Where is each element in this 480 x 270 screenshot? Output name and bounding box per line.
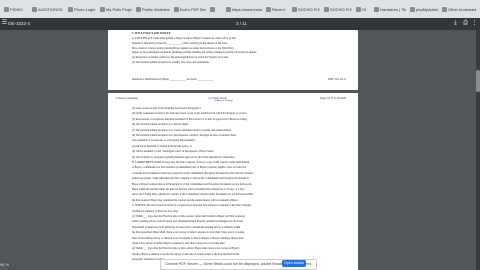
bookmark-item[interactable]: Bob's PDF Benner bbox=[172, 3, 206, 16]
document-line: encroachments or protrusions, or overlap… bbox=[132, 139, 196, 143]
scroll-thumb[interactable] bbox=[476, 70, 480, 92]
bookmark-label: SOCHO FOSNO PN... bbox=[330, 7, 352, 12]
pdf-page-3: 4. TITLE POLICY AND SURVEY: A. TITLE POL… bbox=[108, 30, 358, 90]
bookmark-item[interactable]: SOCHO FOSNO PN... bbox=[290, 3, 320, 16]
document-line: the time required, Buyer may terminate t… bbox=[132, 198, 239, 202]
poll-icon bbox=[100, 7, 105, 12]
form-number: TREC NO. 20-15 bbox=[327, 78, 346, 81]
bookmark-item[interactable]: Other bookmarks bbox=[440, 3, 476, 16]
pdf-page-4: Contract Concerning 113 West Street (Add… bbox=[108, 93, 358, 270]
address-caption: (Address of Property) bbox=[214, 100, 234, 102]
document-line: Buyer within the specified time, the tim… bbox=[132, 188, 245, 191]
document-line: (i) will not be amended or deleted from … bbox=[132, 144, 192, 148]
document-line: (6) The standard printed exception as to… bbox=[132, 123, 189, 127]
bookmark-item[interactable] bbox=[208, 3, 222, 16]
bookmark-item[interactable]: Recent bbox=[264, 3, 288, 16]
bookmark-item[interactable]: https://www.instar.com bbox=[224, 3, 262, 16]
document-line: printed exceptions. Seller authorizes th… bbox=[132, 177, 250, 181]
bookmark-label: Hardwires | Tiles!!!... bbox=[380, 7, 406, 12]
document-line: Date. If the existing survey or affidavi… bbox=[132, 236, 244, 240]
db-icon bbox=[410, 7, 415, 12]
bookmark-label: SOCHO FOSNO PN... bbox=[298, 7, 320, 12]
document-line: (4) Utility easements created by the ded… bbox=[132, 112, 247, 116]
page-icon bbox=[210, 7, 215, 12]
scrollbar[interactable] bbox=[476, 30, 480, 270]
document-line: (1) Restrictive covenants common to the … bbox=[132, 56, 229, 60]
bookmark-label: Other bookmarks bbox=[448, 7, 476, 12]
document-line: insurance (Title Policy) issued by _____… bbox=[132, 41, 228, 45]
bookmark-label: Bob's PDF Benner bbox=[180, 7, 206, 12]
bookmarks-bar: PIDNO AUDITIONSS Photo Login My Polls Proje… bbox=[0, 0, 480, 18]
doc-icon bbox=[356, 7, 361, 12]
bookmark-label: Public Worksheets Aa... bbox=[142, 7, 170, 12]
bookmark-label: Photo Login bbox=[74, 7, 96, 12]
bookmark-label: My Polls Projects bbox=[106, 7, 132, 12]
document-line: C. SURVEY: The survey must be made by a … bbox=[132, 204, 252, 208]
pdf-icon bbox=[174, 7, 179, 12]
document-line: Department of Insurance (T-47 Affidavit)… bbox=[132, 225, 241, 229]
document-line: A. TITLE POLICY: Seller shall furnish to… bbox=[132, 37, 236, 40]
tile-icon bbox=[374, 7, 379, 12]
document-line: (5) Reservations or exceptions otherwise… bbox=[132, 117, 248, 121]
document-line: (3) Liens created as part of the financi… bbox=[132, 107, 202, 110]
sheet-icon bbox=[136, 7, 141, 12]
document-line: before the Closing Date, whichever is ea… bbox=[132, 193, 253, 197]
clock-icon bbox=[266, 7, 271, 12]
document-line: (ii) will be amended to read, "shortages… bbox=[132, 150, 214, 154]
document-line: to Buyer a commitment for title insuranc… bbox=[132, 166, 247, 170]
document-line: Buyer at Buyer's address shown in Paragr… bbox=[132, 182, 253, 186]
bookmark-item[interactable]: Photo Login bbox=[66, 3, 96, 16]
document-line: and Buyer's lender(s). (Check one box on… bbox=[132, 209, 178, 213]
bookmark-item[interactable]: phpMyAdmin bbox=[408, 3, 438, 16]
bookmark-item[interactable]: My Polls Projects bbox=[98, 3, 132, 16]
download-icon[interactable]: ⤓ bbox=[452, 20, 459, 27]
document-line: (1) Within ___ days after the Effective … bbox=[132, 215, 245, 218]
document-line: Price, dated at or after closing, insuri… bbox=[132, 46, 235, 50]
bookmark-item[interactable]: Hardwires | Tiles!!!... bbox=[372, 3, 406, 16]
page-number: Page 4 of 11 11-04-2019 bbox=[320, 97, 346, 100]
doc-icon bbox=[292, 7, 297, 12]
bookmark-label: https://www.instar.com bbox=[232, 7, 262, 12]
open-adobe-button[interactable]: Open Adobe bbox=[282, 260, 306, 267]
bookmark-item[interactable]: SOCHO FOSNO PN... bbox=[322, 3, 352, 16]
photo-icon bbox=[68, 7, 73, 12]
bookmark-item[interactable]: PIDNO bbox=[2, 3, 28, 16]
bookmark-label: PIDNO bbox=[10, 7, 23, 12]
contract-label: Contract Concerning bbox=[116, 97, 138, 100]
more-icon[interactable]: ⋮ bbox=[471, 20, 478, 27]
bookmark-label: phpMyAdmin bbox=[416, 7, 438, 12]
document-line: Seller's existing survey of the Property… bbox=[132, 220, 244, 224]
document-line: subject to the promulgated exclusions (i… bbox=[132, 51, 257, 55]
document-line: B. COMMITMENT: Within 20 days after the … bbox=[132, 161, 250, 164]
print-icon[interactable]: ⎙ bbox=[462, 20, 469, 27]
bookmark-label: Recent bbox=[272, 7, 285, 12]
document-line: obtain a new survey at Seller's Buyer's … bbox=[132, 242, 226, 245]
link-icon bbox=[226, 7, 231, 12]
doc-icon bbox=[324, 7, 329, 12]
bookmark-item[interactable]: Public Worksheets Aa... bbox=[134, 3, 170, 16]
document-line: the time prescribed, Buyer shall obtain … bbox=[132, 231, 245, 235]
bookmark-label: AUDITIONSS bbox=[38, 7, 63, 12]
document-line: (2) Within ___ days after the Effective … bbox=[132, 247, 240, 251]
document-line: (2) The standard printed exception for s… bbox=[132, 61, 210, 64]
page-counter: 3 / 11 bbox=[236, 21, 247, 26]
bookmark-item[interactable]: OI bbox=[354, 3, 370, 16]
document-line: (8) The standard printed exception as to… bbox=[132, 134, 237, 137]
document-line: expense. Buyer is deemed to receive the … bbox=[132, 252, 240, 256]
menu-icon[interactable]: ☰ bbox=[1, 20, 8, 27]
pdf-title: OE-1022-4 bbox=[8, 21, 31, 26]
pdf-toolbar: ☰ OE-1022-4 3 / 11 ⤓ ⎙ ⋮ bbox=[0, 18, 480, 30]
initials-footer: Initialed for identification by Buyer __… bbox=[132, 78, 214, 81]
bookmark-label: OI bbox=[362, 7, 367, 12]
document-line: (9) The exclusion or exception regarding… bbox=[132, 155, 236, 159]
document-line: (7) The standard printed exception as to… bbox=[132, 128, 232, 132]
document-line: covenants and documents evidencing excep… bbox=[132, 171, 253, 175]
section-heading: 4. TITLE POLICY AND SURVEY: bbox=[132, 32, 172, 35]
bookmark-item[interactable]: AUDITIONSS bbox=[30, 3, 64, 16]
doc-icon bbox=[4, 7, 9, 12]
folder-icon bbox=[32, 7, 37, 12]
folder-icon bbox=[442, 7, 447, 12]
zoom-level: 95 % bbox=[0, 262, 10, 267]
